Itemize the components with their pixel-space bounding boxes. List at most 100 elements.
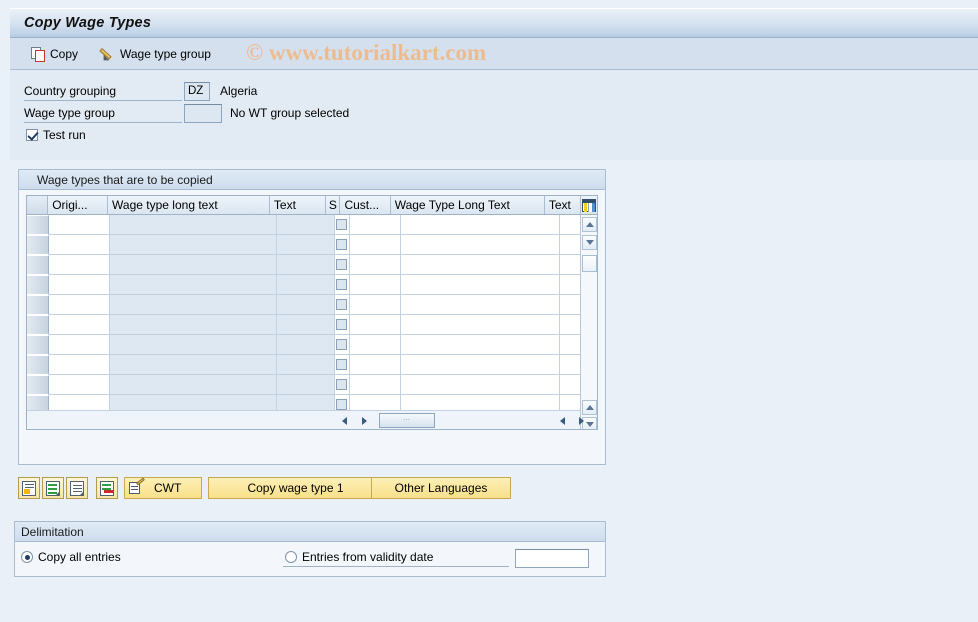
entries-from-validity-date-radio[interactable]: Entries from validity date	[285, 550, 433, 564]
cell-text-1[interactable]	[277, 355, 335, 375]
table-header-wage-type-long-text[interactable]: Wage type long text	[108, 196, 270, 214]
cell-wage-type-long-text-2[interactable]	[401, 275, 561, 295]
table-header-orig[interactable]: Origi...	[48, 196, 109, 214]
validity-date-input[interactable]	[515, 549, 589, 568]
cell-s[interactable]	[334, 295, 350, 315]
cell-s[interactable]	[334, 315, 350, 335]
cell-text-1[interactable]	[277, 335, 335, 355]
row-selector[interactable]	[27, 335, 49, 355]
cell-orig[interactable]	[48, 335, 111, 355]
table-header-s[interactable]: S	[325, 196, 341, 214]
cell-text-1[interactable]	[277, 235, 335, 255]
row-selector[interactable]	[27, 215, 49, 235]
table-row[interactable]	[27, 275, 597, 295]
delete-row-button[interactable]	[96, 477, 118, 499]
cell-orig[interactable]	[48, 255, 111, 275]
wage-type-group-button[interactable]: Wage type group	[96, 42, 216, 66]
cell-wage-type-long-text[interactable]	[110, 215, 278, 235]
copy-rows-button[interactable]	[42, 477, 64, 499]
cell-wage-type-long-text-2[interactable]	[401, 215, 561, 235]
hscroll-left-button[interactable]	[337, 413, 351, 428]
cell-wage-type-long-text-2[interactable]	[401, 235, 561, 255]
table-row[interactable]	[27, 235, 597, 255]
copy-wage-type-button[interactable]: Copy wage type 1	[208, 477, 383, 499]
table-header-cust[interactable]: Cust...	[340, 196, 391, 214]
wage-type-group-input[interactable]	[184, 104, 222, 123]
copy-all-entries-radio[interactable]: Copy all entries	[21, 550, 121, 564]
cell-orig[interactable]	[48, 375, 111, 395]
cell-text-1[interactable]	[277, 255, 335, 275]
table-header-text-1[interactable]: Text	[269, 196, 326, 214]
cell-wage-type-long-text[interactable]	[110, 355, 278, 375]
cell-s[interactable]	[334, 235, 350, 255]
cell-orig[interactable]	[48, 295, 111, 315]
cell-wage-type-long-text[interactable]	[110, 335, 278, 355]
cell-text-1[interactable]	[277, 375, 335, 395]
insert-row-button[interactable]	[18, 477, 40, 499]
table-row[interactable]	[27, 315, 597, 335]
cell-wage-type-long-text-2[interactable]	[401, 335, 561, 355]
cell-s[interactable]	[334, 355, 350, 375]
table-horizontal-scrollbar[interactable]: ⋯	[27, 410, 584, 429]
cell-wage-type-long-text[interactable]	[110, 235, 278, 255]
cell-orig[interactable]	[48, 275, 111, 295]
row-selector[interactable]	[27, 375, 49, 395]
cell-cust[interactable]	[349, 255, 402, 275]
cell-text-1[interactable]	[277, 275, 335, 295]
row-selector[interactable]	[27, 355, 49, 375]
cell-cust[interactable]	[349, 215, 402, 235]
cell-s[interactable]	[334, 335, 350, 355]
cell-s[interactable]	[334, 255, 350, 275]
cell-cust[interactable]	[349, 275, 402, 295]
cell-orig[interactable]	[48, 215, 111, 235]
cell-orig[interactable]	[48, 235, 111, 255]
row-selector[interactable]	[27, 315, 49, 335]
cell-cust[interactable]	[349, 355, 402, 375]
table-row[interactable]	[27, 375, 597, 395]
cell-wage-type-long-text-2[interactable]	[401, 375, 561, 395]
cell-orig[interactable]	[48, 355, 111, 375]
row-selector[interactable]	[27, 295, 49, 315]
cell-wage-type-long-text[interactable]	[110, 375, 278, 395]
cell-wage-type-long-text[interactable]	[110, 255, 278, 275]
table-header-text-2[interactable]: Text	[544, 196, 581, 214]
cell-orig[interactable]	[48, 315, 111, 335]
cell-wage-type-long-text-2[interactable]	[401, 255, 561, 275]
hscroll-right-button[interactable]	[357, 413, 371, 428]
cell-s[interactable]	[334, 275, 350, 295]
hscroll-left-button-2[interactable]	[555, 413, 569, 428]
paste-rows-button[interactable]	[66, 477, 88, 499]
row-selector[interactable]	[27, 275, 49, 295]
country-grouping-input[interactable]: DZ	[184, 82, 210, 101]
cell-wage-type-long-text[interactable]	[110, 315, 278, 335]
table-header-wage-type-long-text-2[interactable]: Wage Type Long Text	[390, 196, 545, 214]
row-selector[interactable]	[27, 255, 49, 275]
table-row[interactable]	[27, 355, 597, 375]
table-vertical-scrollbar[interactable]	[580, 215, 597, 429]
hscroll-right-button-2[interactable]	[574, 413, 588, 428]
cell-cust[interactable]	[349, 375, 402, 395]
table-row[interactable]	[27, 295, 597, 315]
cell-cust[interactable]	[349, 295, 402, 315]
scrollbar-thumb-horizontal[interactable]: ⋯	[379, 413, 435, 428]
scroll-up-button[interactable]	[582, 217, 597, 232]
cell-text-1[interactable]	[277, 295, 335, 315]
cwt-button[interactable]: CWT	[124, 477, 202, 499]
cell-cust[interactable]	[349, 235, 402, 255]
row-selector[interactable]	[27, 235, 49, 255]
cell-s[interactable]	[334, 375, 350, 395]
cell-wage-type-long-text-2[interactable]	[401, 315, 561, 335]
cell-cust[interactable]	[349, 335, 402, 355]
table-row[interactable]	[27, 335, 597, 355]
cell-text-1[interactable]	[277, 215, 335, 235]
scroll-down-button[interactable]	[582, 235, 597, 250]
cell-cust[interactable]	[349, 315, 402, 335]
table-row[interactable]	[27, 215, 597, 235]
cell-s[interactable]	[334, 215, 350, 235]
other-languages-button[interactable]: Other Languages	[371, 477, 511, 499]
table-header-selector[interactable]	[27, 196, 49, 214]
test-run-checkbox[interactable]: Test run	[26, 128, 86, 142]
cell-wage-type-long-text-2[interactable]	[401, 355, 561, 375]
scrollbar-thumb-vertical[interactable]	[582, 255, 597, 272]
cell-wage-type-long-text[interactable]	[110, 295, 278, 315]
